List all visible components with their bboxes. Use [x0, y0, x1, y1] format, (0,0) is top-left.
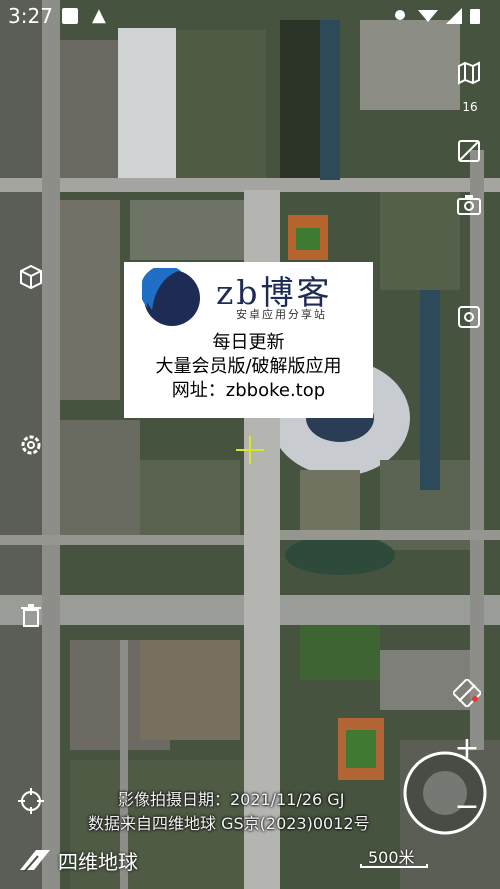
status-time: 3:27: [8, 4, 53, 28]
wifi-icon: [418, 10, 438, 22]
zoom-level: 16: [462, 100, 478, 114]
card-line-2: 大量会员版/破解版应用: [155, 356, 342, 377]
grid-toggle-icon[interactable]: [452, 678, 482, 708]
location-icon: [395, 10, 405, 20]
brand-logo: 四维地球: [18, 846, 138, 875]
screenshot-icon[interactable]: [454, 302, 484, 332]
brand-logo-text: 四维地球: [58, 850, 138, 874]
scale-bar: 500米: [360, 846, 428, 868]
data-source-caption: 数据来自四维地球 GS京(2023)0012号: [88, 814, 370, 833]
settings-gear-icon[interactable]: [16, 430, 46, 460]
3d-cube-icon[interactable]: [16, 262, 46, 292]
trash-icon[interactable]: [16, 600, 46, 630]
globe-logo-icon: [20, 849, 50, 873]
warning-icon: ▲: [92, 5, 106, 26]
zb-logo-icon: [142, 268, 200, 326]
capture-date-caption: 影像拍摄日期：2021/11/26 GJ: [118, 790, 345, 809]
zoom-in-button[interactable]: +: [452, 734, 482, 764]
card-line-3: 网址：zbboke.top: [171, 380, 326, 401]
status-icons: [390, 6, 490, 26]
camera-icon[interactable]: [454, 190, 484, 220]
locate-icon[interactable]: [16, 786, 46, 816]
notification-square-icon: [62, 8, 78, 24]
watermark-card: zb博客 安卓应用分享站 每日更新 大量会员版/破解版应用 网址：zbboke.…: [124, 262, 373, 418]
signal-icon: [446, 8, 462, 24]
battery-icon: [470, 9, 480, 24]
crosshair-icon: [236, 436, 264, 464]
status-bar: 3:27 ▲: [0, 0, 500, 34]
card-tagline: 安卓应用分享站: [236, 308, 327, 321]
zoom-control: + −: [452, 734, 482, 824]
scale-bar-line: [360, 864, 428, 868]
zoom-out-button[interactable]: −: [452, 792, 482, 822]
compare-icon[interactable]: [454, 136, 484, 166]
card-line-1: 每日更新: [212, 332, 285, 353]
layers-icon[interactable]: [454, 58, 484, 88]
